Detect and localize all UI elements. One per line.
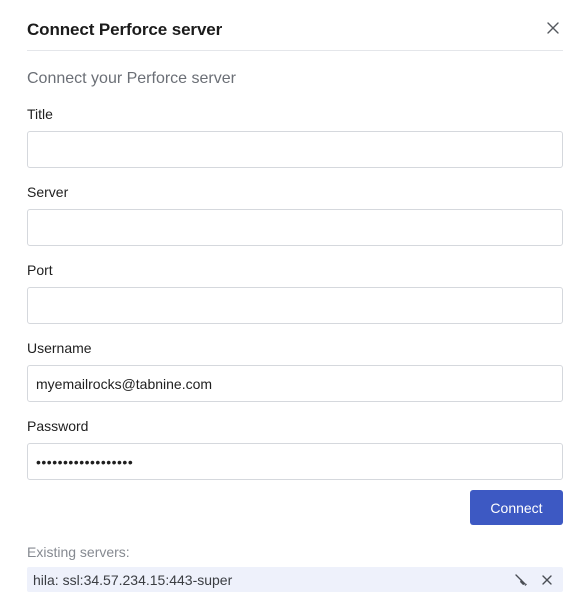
port-input[interactable] xyxy=(27,287,563,324)
title-input[interactable] xyxy=(27,131,563,168)
server-field: Server xyxy=(27,184,563,246)
unplug-icon[interactable] xyxy=(511,570,531,590)
username-label: Username xyxy=(27,340,92,356)
password-label: Password xyxy=(27,418,89,434)
dialog-actions: Connect xyxy=(27,490,563,525)
remove-server-icon[interactable] xyxy=(537,570,557,590)
port-label: Port xyxy=(27,262,53,278)
title-label: Title xyxy=(27,106,53,122)
close-icon xyxy=(547,21,559,39)
close-button[interactable] xyxy=(541,18,565,42)
connect-button[interactable]: Connect xyxy=(470,490,563,525)
server-list-item-name: hila: ssl:34.57.234.15:443-super xyxy=(33,571,233,588)
existing-servers-label: Existing servers: xyxy=(27,544,130,560)
title-field: Title xyxy=(27,106,563,168)
dialog-subtitle: Connect your Perforce server xyxy=(27,70,236,87)
port-field: Port xyxy=(27,262,563,324)
password-input[interactable] xyxy=(27,443,563,480)
connect-perforce-dialog: Connect Perforce server Connect your Per… xyxy=(0,0,587,598)
dialog-title: Connect Perforce server xyxy=(27,20,223,39)
server-list-item[interactable]: hila: ssl:34.57.234.15:443-super xyxy=(27,567,563,592)
password-field: Password xyxy=(27,418,563,480)
dialog-header: Connect Perforce server xyxy=(27,0,563,51)
server-input[interactable] xyxy=(27,209,563,246)
username-input[interactable] xyxy=(27,365,563,402)
username-field: Username xyxy=(27,340,563,402)
server-label: Server xyxy=(27,184,69,200)
